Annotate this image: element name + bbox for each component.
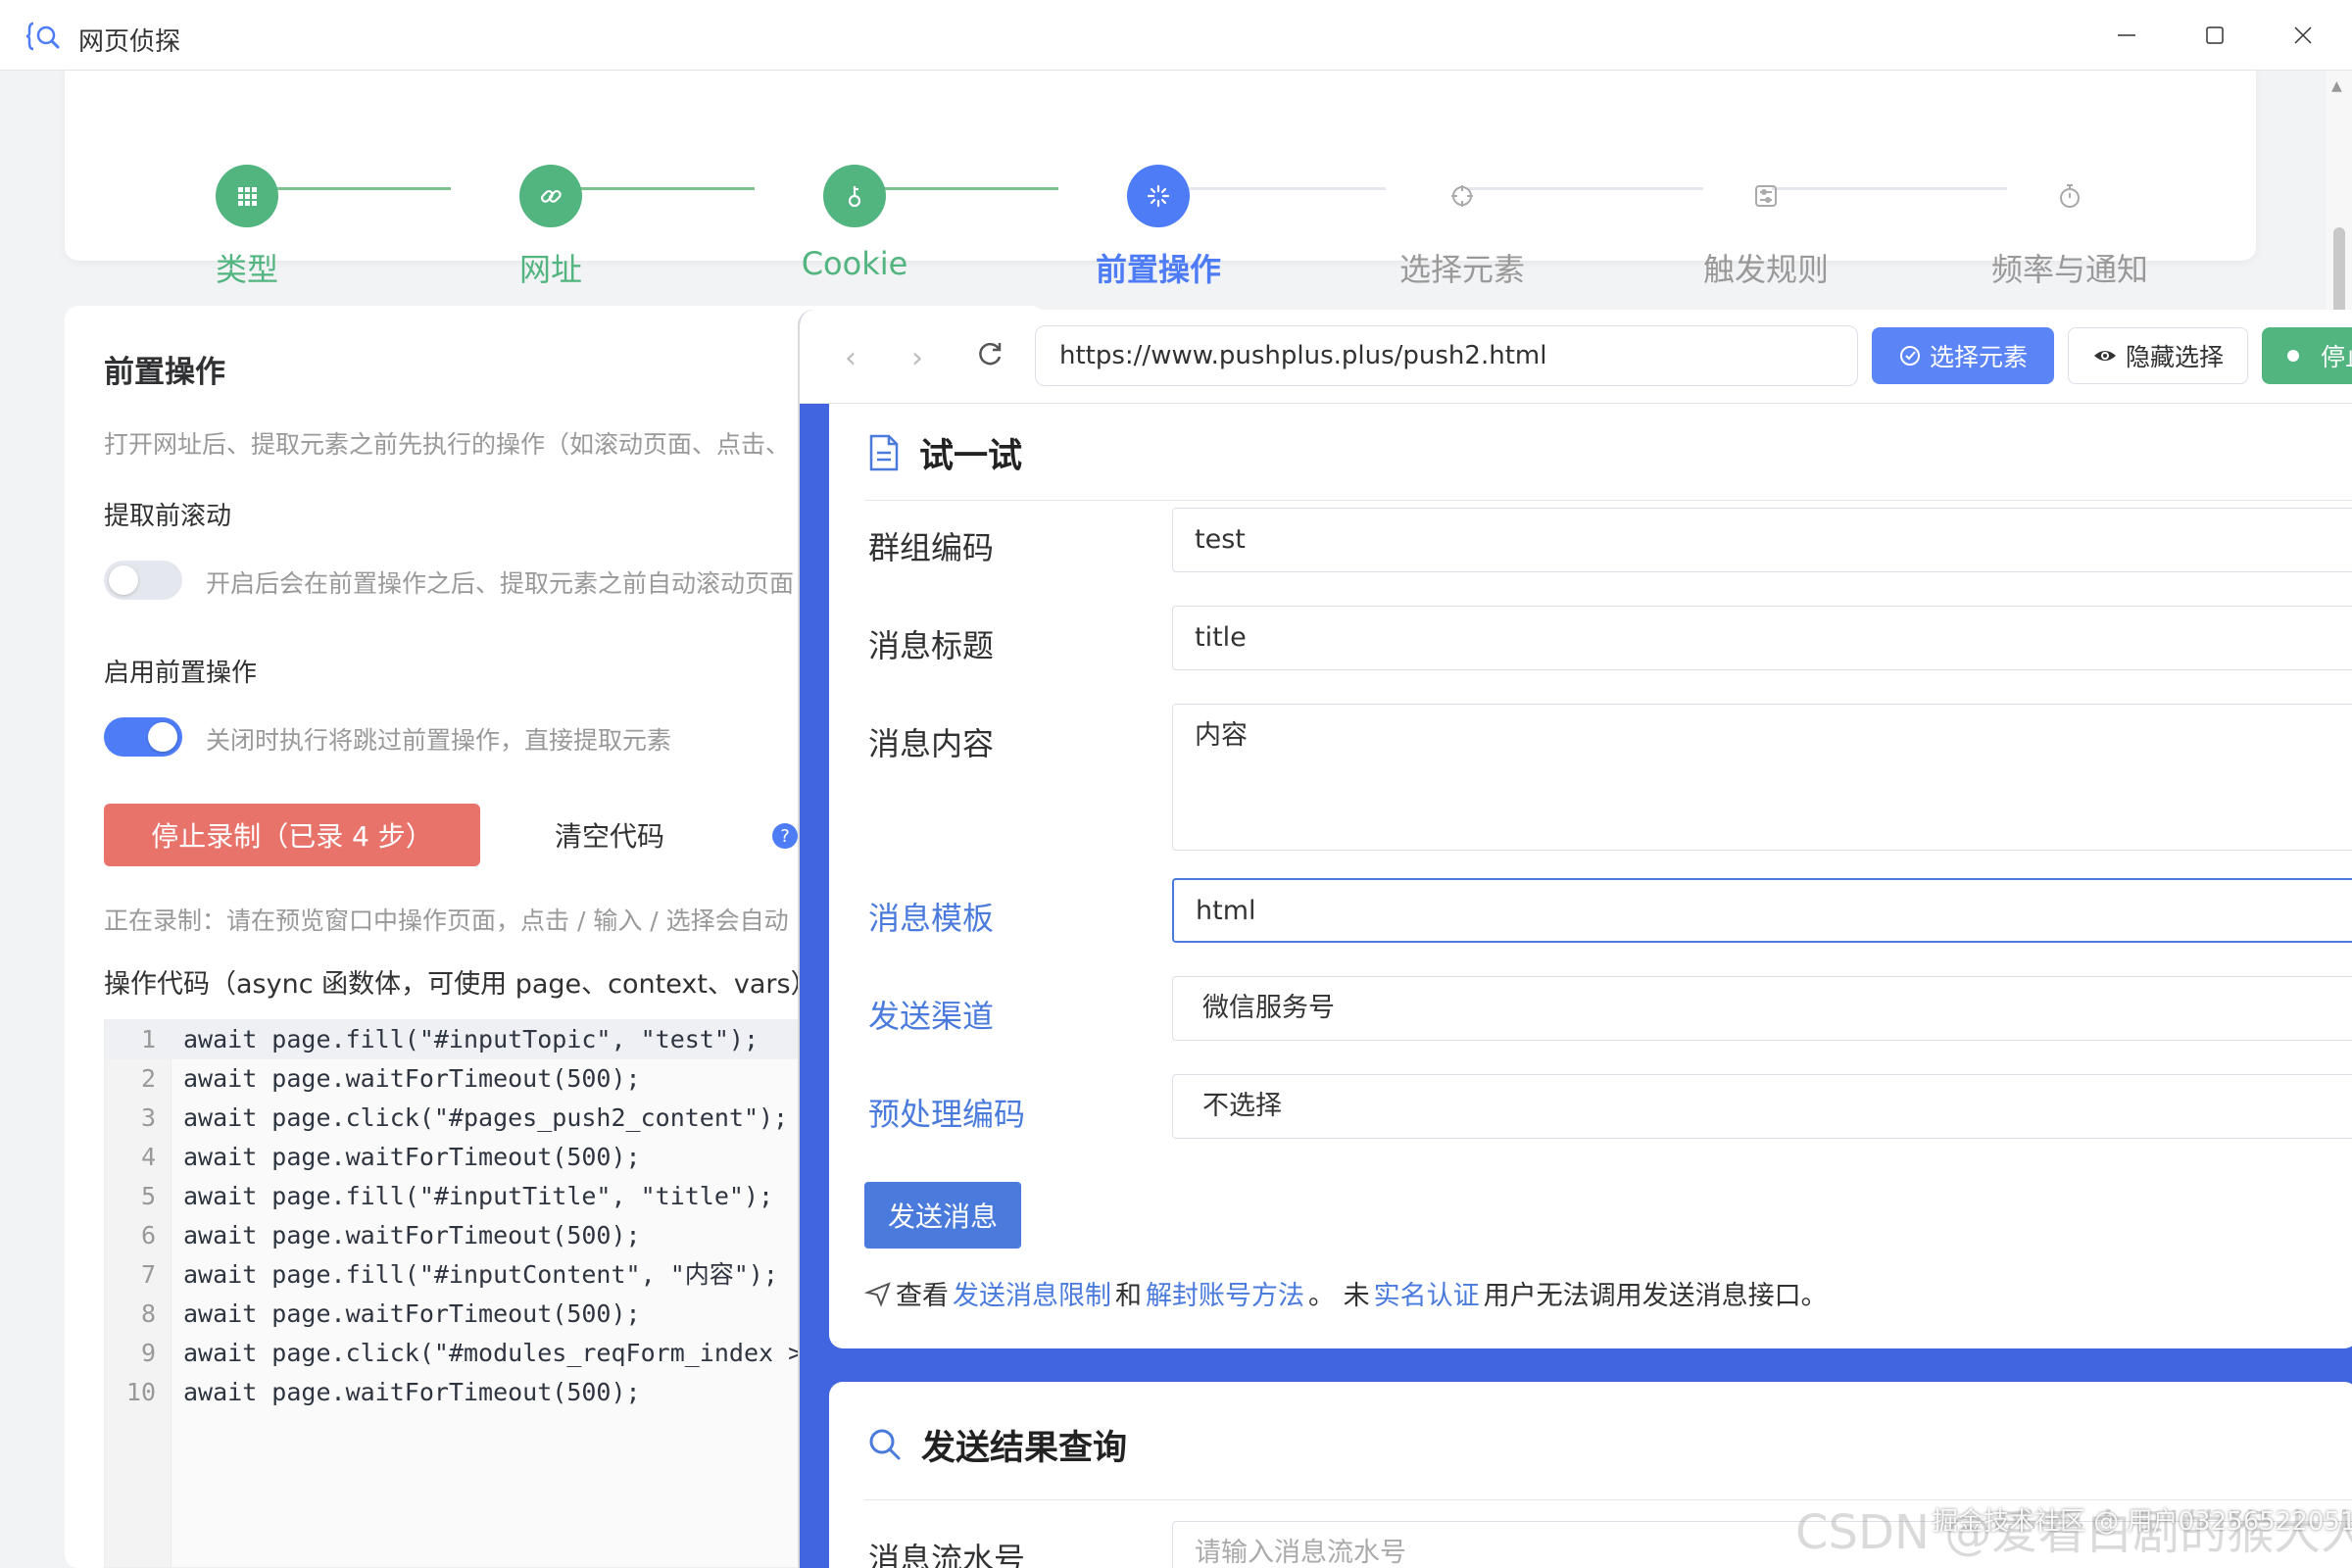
grid-icon xyxy=(216,165,278,227)
panel-title: 前置操作 xyxy=(104,355,225,390)
message-content-textarea[interactable]: 内容 xyxy=(1172,704,2352,851)
panel-description: 打开网址后、提取元素之前先执行的操作（如滚动页面、点击、 xyxy=(104,430,791,459)
send-channel-label: 发送渠道 xyxy=(868,998,995,1035)
try-it-card: 试一试 群组编码 test 消息标题 title 消息内容 内容 消息模板 ht… xyxy=(829,404,2352,1348)
reload-icon[interactable] xyxy=(972,337,1007,372)
search-icon xyxy=(869,1429,901,1460)
step-label: 网址 xyxy=(518,251,582,288)
try-it-header: 试一试 xyxy=(866,423,1022,482)
step-connector xyxy=(1772,187,2007,190)
juejin-watermark: 掘金技术社区 @ 用户03256522051 xyxy=(1933,1507,2352,1537)
scroll-up-icon[interactable]: ▲ xyxy=(2331,78,2342,94)
record-dot-icon xyxy=(2287,350,2299,362)
scroll-before-extract-label: 提取前滚动 xyxy=(104,502,232,531)
message-content-label: 消息内容 xyxy=(868,725,995,762)
message-serial-label: 消息流水号 xyxy=(868,1541,1026,1568)
wizard-steps: 类型 网址 Cookie 前置操作 选择元素 触发规则 频率与通知 xyxy=(65,71,2256,288)
toggle-knob xyxy=(109,565,138,595)
group-code-input[interactable]: test xyxy=(1172,508,2352,572)
message-title-label: 消息标题 xyxy=(868,627,995,664)
stop-preview-label: 停止 xyxy=(2321,343,2352,371)
step-label: 频率与通知 xyxy=(1990,251,2148,288)
document-icon xyxy=(869,434,899,471)
message-template-label: 消息模板 xyxy=(868,900,995,937)
step-label: 前置操作 xyxy=(1095,251,1221,288)
hide-selection-label: 隐藏选择 xyxy=(2125,343,2224,371)
select-element-button[interactable]: 选择元素 xyxy=(1872,327,2054,384)
stop-preview-button[interactable]: 停止 xyxy=(2262,327,2352,384)
result-query-header: 发送结果查询 xyxy=(866,1415,1127,1474)
send-tip: 查看 发送消息限制和解封账号方法。 未实名认证 用户无法调用发送消息接口。 xyxy=(864,1274,1828,1312)
timer-icon xyxy=(2038,165,2101,227)
help-icon[interactable]: ? xyxy=(772,823,798,849)
preprocess-code-label: 预处理编码 xyxy=(868,1096,1026,1133)
key-icon xyxy=(823,165,886,227)
enable-pre-action-toggle[interactable] xyxy=(104,717,182,757)
minimize-button[interactable] xyxy=(2097,12,2156,59)
hide-selection-button[interactable]: 隐藏选择 xyxy=(2068,327,2248,384)
stop-recording-button[interactable]: 停止录制（已录 4 步） xyxy=(104,804,480,866)
send-message-button[interactable]: 发送消息 xyxy=(864,1182,1021,1249)
preview-browser: ‹ › https://www.pushplus.plus/push2.html… xyxy=(798,310,2352,1568)
send-channel-select[interactable]: 微信服务号 xyxy=(1172,976,2352,1041)
unban-account-link[interactable]: 解封账号方法 xyxy=(1146,1274,1304,1312)
recording-status: 正在录制：请在预览窗口中操作页面，点击 / 输入 / 选择会自动 xyxy=(104,906,789,935)
loading-icon xyxy=(1127,165,1190,227)
toggle-knob xyxy=(148,722,177,752)
message-title-input[interactable]: title xyxy=(1172,606,2352,670)
group-code-label: 群组编码 xyxy=(868,529,995,566)
close-button[interactable] xyxy=(2274,12,2332,59)
link-icon xyxy=(519,165,582,227)
maximize-button[interactable] xyxy=(2185,12,2244,59)
minimize-icon xyxy=(2118,34,2135,36)
step-connector xyxy=(1158,187,1386,190)
step-connector xyxy=(1468,187,1703,190)
magnifier-app-icon xyxy=(25,22,60,51)
step-label: 选择元素 xyxy=(1398,251,1525,288)
step-label: 触发规则 xyxy=(1702,251,1829,288)
send-limit-link[interactable]: 发送消息限制 xyxy=(953,1274,1111,1312)
code-editor-label: 操作代码（async 函数体，可使用 page、context、vars） xyxy=(104,969,817,1000)
sliders-icon xyxy=(1735,165,1797,227)
real-name-auth-link[interactable]: 实名认证 xyxy=(1374,1274,1480,1312)
app-title: 网页侦探 xyxy=(78,27,181,57)
forward-icon[interactable]: › xyxy=(911,341,923,375)
crosshair-icon xyxy=(1431,165,1494,227)
result-query-title: 发送结果查询 xyxy=(921,1428,1128,1468)
enable-pre-action-label: 启用前置操作 xyxy=(104,659,258,688)
url-bar[interactable]: https://www.pushplus.plus/push2.html xyxy=(1035,325,1858,386)
preprocess-code-select[interactable]: 不选择 xyxy=(1172,1074,2352,1139)
message-template-select[interactable]: html xyxy=(1172,878,2352,943)
scroll-toggle-description: 开启后会在前置操作之后、提取元素之前自动滚动页面 xyxy=(206,569,795,598)
enable-toggle-description: 关闭时执行将跳过前置操作，直接提取元素 xyxy=(206,726,672,755)
send-icon xyxy=(864,1281,891,1307)
eye-icon xyxy=(2093,351,2116,361)
step-label: Cookie xyxy=(801,245,908,282)
close-icon xyxy=(2294,26,2312,44)
select-element-label: 选择元素 xyxy=(1929,343,2028,371)
step-label: 类型 xyxy=(215,251,278,288)
maximize-icon xyxy=(2206,26,2224,44)
try-it-title: 试一试 xyxy=(919,436,1023,476)
window-titlebar: 网页侦探 xyxy=(0,0,2352,71)
back-icon[interactable]: ‹ xyxy=(845,341,857,375)
check-circle-icon xyxy=(1899,346,1920,366)
preview-toolbar: ‹ › https://www.pushplus.plus/push2.html… xyxy=(800,310,2352,404)
scroll-before-extract-toggle[interactable] xyxy=(104,561,182,600)
divider xyxy=(864,500,2352,501)
clear-code-button[interactable]: 清空代码 xyxy=(555,815,664,855)
